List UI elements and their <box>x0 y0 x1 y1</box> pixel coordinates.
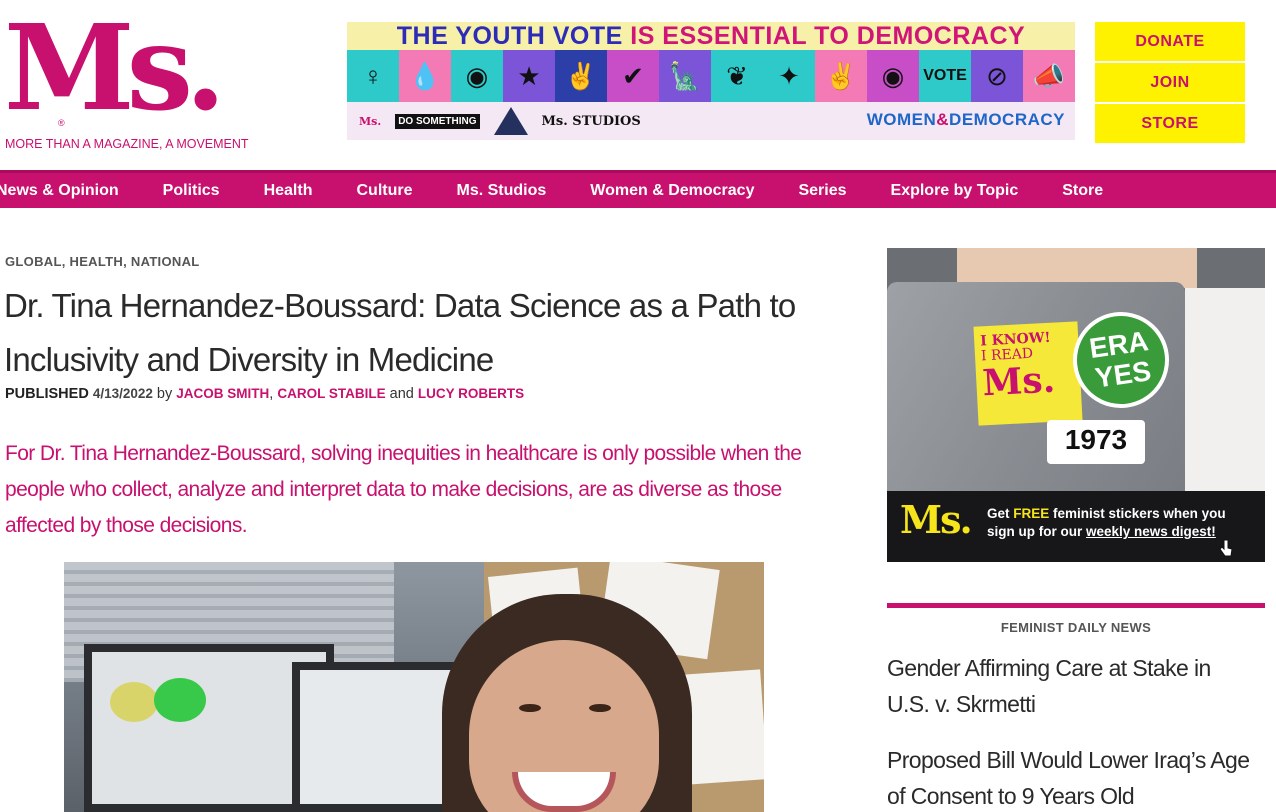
nav-item-series[interactable]: Series <box>798 182 846 200</box>
nav-item-culture[interactable]: Culture <box>356 182 412 200</box>
promo-ms-logo: Ms. <box>900 497 973 542</box>
byline-and: and <box>389 386 414 402</box>
nav-item-news-opinion[interactable]: News & Opinion <box>0 182 119 200</box>
published-date: 4/13/2022 <box>92 386 153 401</box>
nav-item-ms-studios[interactable]: Ms. Studios <box>456 182 546 200</box>
photo-person-eye <box>589 704 611 712</box>
women-democracy-word2: DEMOCRACY <box>949 110 1065 129</box>
banner-tile-icon: ❦ <box>711 50 763 102</box>
banner-footer: Ms. DO SOMETHING Ms. STUDIOS WOMEN&DEMOC… <box>347 102 1075 140</box>
banner-tile-icon: ★ <box>503 50 555 102</box>
banner-headline-part2: IS ESSENTIAL TO DEMOCRACY <box>622 22 1026 50</box>
article-title: Dr. Tina Hernandez-Boussard: Data Scienc… <box>4 287 796 378</box>
promo-text-1: Get <box>987 506 1014 521</box>
hand-cursor-icon <box>1219 539 1233 557</box>
donate-button[interactable]: DONATE <box>1095 22 1245 61</box>
banner-tile-icon: ⊘ <box>971 50 1023 102</box>
photo-paper <box>680 669 764 785</box>
banner-tile-icon: ♀ <box>347 50 399 102</box>
banner-tile-icon: 🗽 <box>659 50 711 102</box>
promo-text: Get FREE feminist stickers when you sign… <box>987 505 1257 541</box>
banner-tile-icon: VOTE <box>919 50 971 102</box>
nav-item-health[interactable]: Health <box>264 182 313 200</box>
women-democracy-word1: WOMEN <box>866 110 937 129</box>
photo-blob <box>154 678 206 722</box>
store-button[interactable]: STORE <box>1095 104 1245 143</box>
sticker-1973: 1973 <box>1047 420 1145 464</box>
triangle-logo-icon <box>493 107 528 135</box>
article-dek: For Dr. Tina Hernandez-Boussard, solving… <box>5 442 802 537</box>
ms-studios-logo: Ms. STUDIOS <box>541 113 641 129</box>
sponsor-logos: Ms. DO SOMETHING Ms. STUDIOS <box>359 106 641 136</box>
news-item-link[interactable]: Gender Affirming Care at Stake in U.S. v… <box>887 650 1257 722</box>
banner-tile-icon: 📣 <box>1023 50 1075 102</box>
women-democracy-amp: & <box>936 110 950 129</box>
site-tagline: MORE THAN A MAGAZINE, A MOVEMENT <box>5 137 249 151</box>
news-section-divider <box>887 603 1265 608</box>
banner-tile-icon: 💧 <box>399 50 451 102</box>
main-nav: News & Opinion Politics Health Culture M… <box>0 170 1276 208</box>
promo-text-free: FREE <box>1013 506 1050 521</box>
category-link-national[interactable]: NATIONAL <box>131 254 200 269</box>
banner-headline-part1: THE YOUTH VOTE <box>396 22 623 50</box>
article-categories: GLOBAL, HEALTH, NATIONAL <box>5 254 200 269</box>
join-button[interactable]: JOIN <box>1095 63 1245 102</box>
banner-tile-icon: ◉ <box>867 50 919 102</box>
banner-headline: THE YOUTH VOTE IS ESSENTIAL TO DEMOCRACY <box>347 22 1075 50</box>
news-item-link[interactable]: Proposed Bill Would Lower Iraq’s Age of … <box>887 742 1257 812</box>
category-link-global[interactable]: GLOBAL <box>5 254 62 269</box>
logo-wordmark: Ms. <box>4 0 226 137</box>
author-link[interactable]: LUCY ROBERTS <box>418 386 524 401</box>
ms-magazine-logo: Ms. <box>359 114 382 128</box>
author-link[interactable]: JACOB SMITH <box>176 386 269 401</box>
sticker1-line3: Ms. <box>981 358 1057 405</box>
banner-tile-icon: ✌ <box>815 50 867 102</box>
ad-banner[interactable]: THE YOUTH VOTE IS ESSENTIAL TO DEMOCRACY… <box>347 22 1075 140</box>
photo-blob <box>110 682 158 722</box>
banner-tile-icon: ✔ <box>607 50 659 102</box>
banner-tile-icon: ◉ <box>451 50 503 102</box>
photo-person-eye <box>519 704 541 712</box>
do-something-logo: DO SOMETHING <box>395 113 480 129</box>
promo-digest-link[interactable]: weekly news digest! <box>1086 524 1216 539</box>
sticker-promo-ad[interactable]: I KNOW! I READ Ms. ERA YES 1973 Ms. Get … <box>887 248 1265 562</box>
nav-item-store[interactable]: Store <box>1062 182 1103 200</box>
banner-tile-icon: ✌ <box>555 50 607 102</box>
nav-item-politics[interactable]: Politics <box>163 182 220 200</box>
registered-mark: ® <box>58 118 65 128</box>
article-hero-photo <box>64 562 764 812</box>
banner-tile-icon: ✦ <box>763 50 815 102</box>
promo-shirt <box>1185 288 1265 498</box>
sticker-i-read-ms: I KNOW! I READ Ms. <box>973 321 1083 426</box>
promo-caption-bar: Ms. Get FREE feminist stickers when you … <box>887 491 1265 562</box>
news-section-heading: FEMINIST DAILY NEWS <box>1000 620 1152 635</box>
author-link[interactable]: CAROL STABILE <box>277 386 385 401</box>
nav-item-women-democracy[interactable]: Women & Democracy <box>590 182 754 200</box>
nav-item-explore-by-topic[interactable]: Explore by Topic <box>891 182 1019 200</box>
article-byline: PUBLISHED 4/13/2022 by JACOB SMITH, CARO… <box>5 386 525 402</box>
category-link-health[interactable]: HEALTH <box>70 254 124 269</box>
byline-by: by <box>156 386 173 402</box>
women-democracy-logo: WOMEN&DEMOCRACY <box>867 110 1065 130</box>
banner-icon-tiles: ♀ 💧 ◉ ★ ✌ ✔ 🗽 ❦ ✦ ✌ ◉ VOTE ⊘ 📣 <box>347 50 1075 102</box>
published-label: PUBLISHED <box>5 386 89 402</box>
site-logo[interactable]: Ms. ® MORE THAN A MAGAZINE, A MOVEMENT <box>4 0 264 152</box>
